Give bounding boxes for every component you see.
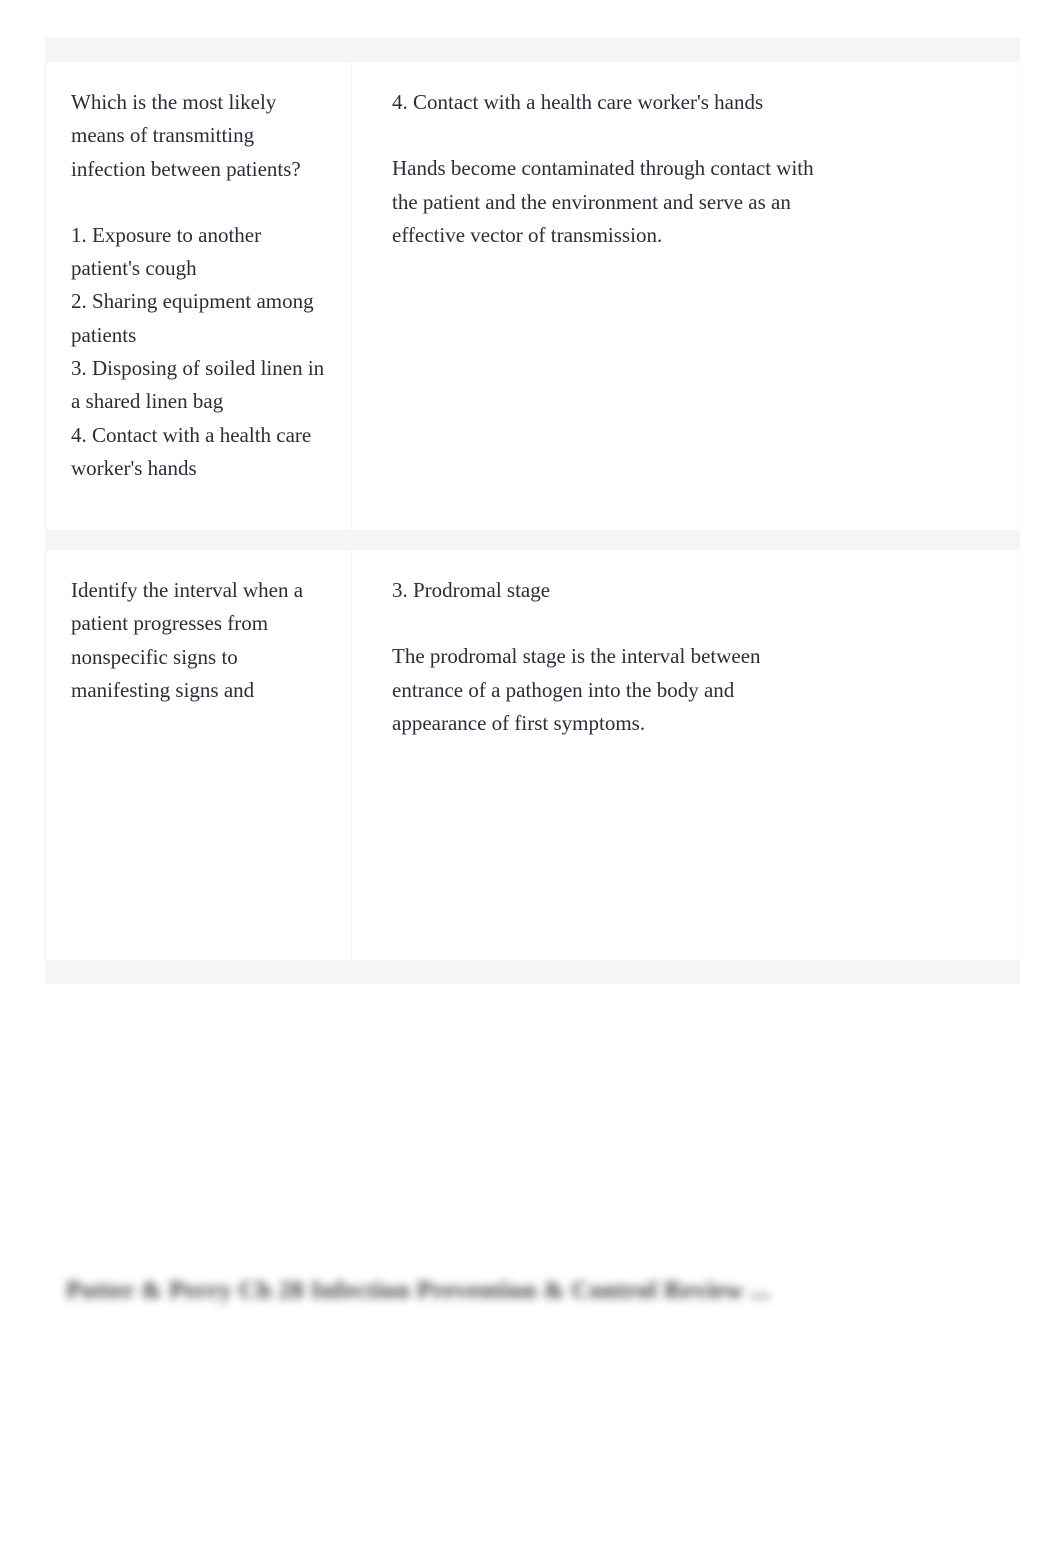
answer-heading-1: 4. Contact with a health care worker's h… [392, 90, 764, 114]
question-cell-2: Identify the interval when a patient pro… [46, 550, 352, 960]
question-spacer-1 [71, 186, 331, 219]
question-prompt-1: Which is the most likely means of transm… [71, 90, 301, 181]
flashcard-table: Which is the most likely means of transm… [45, 38, 1020, 984]
table-bottom-band [45, 960, 1020, 984]
answer-spacer-2 [392, 607, 999, 640]
question-options-1: 1. Exposure to another patient's cough 2… [71, 219, 331, 485]
question-prompt-2: Identify the interval when a patient pro… [71, 578, 304, 702]
option-item: 1. Exposure to another patient's cough [71, 222, 262, 281]
page-root: Which is the most likely means of transm… [0, 0, 1062, 1561]
option-item: 4. Contact with a health care worker's h… [71, 422, 312, 480]
page-bottom-whitespace [0, 1350, 1062, 1561]
answer-spacer-1 [392, 119, 999, 152]
answer-rationale-2: The prodromal stage is the interval betw… [392, 644, 761, 735]
answer-heading-2: 3. Prodromal stage [392, 578, 551, 602]
answer-cell-1: 4. Contact with a health care worker's h… [352, 62, 1019, 530]
table-row: Identify the interval when a patient pro… [45, 550, 1020, 960]
option-item: 2. Sharing equipment among patients [71, 289, 314, 347]
table-top-band [45, 38, 1020, 62]
question-cell-1: Which is the most likely means of transm… [46, 62, 352, 530]
document-title-blurred: Potter & Perry Ch 28 Infection Preventio… [66, 1277, 771, 1304]
answer-cell-2: 3. Prodromal stage The prodromal stage i… [352, 550, 1019, 960]
option-item: 3. Disposing of soiled linen in a shared… [71, 356, 325, 414]
table-row: Which is the most likely means of transm… [45, 62, 1020, 530]
answer-rationale-1: Hands become contaminated through contac… [392, 156, 814, 247]
table-middle-band [45, 530, 1020, 550]
